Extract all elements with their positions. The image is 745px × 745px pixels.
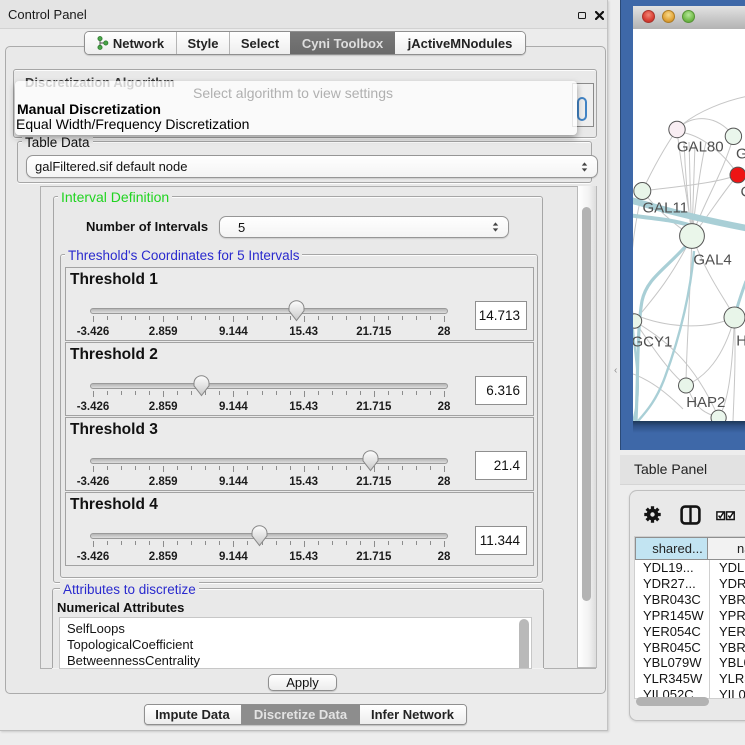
svg-text:GAL80: GAL80	[677, 139, 724, 156]
svg-text:GCY1: GCY1	[633, 334, 672, 351]
svg-text:HI: HI	[736, 333, 745, 350]
svg-text:GAL4: GAL4	[693, 252, 731, 269]
svg-text:HAP2: HAP2	[686, 394, 725, 411]
svg-text:CY: CY	[741, 184, 745, 201]
svg-text:GAL11: GAL11	[643, 200, 689, 217]
svg-text:GA: GA	[736, 146, 745, 163]
